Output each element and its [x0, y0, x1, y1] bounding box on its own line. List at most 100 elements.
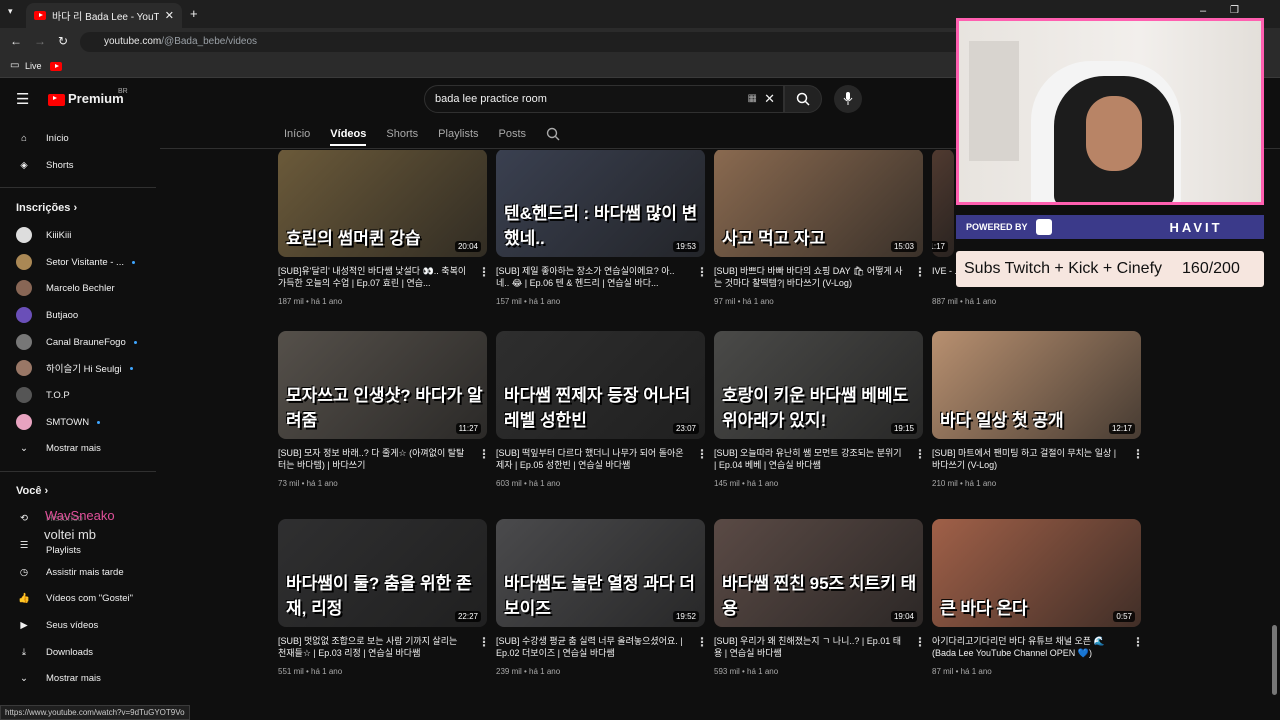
video-title[interactable]: [SUB] 제일 좋아하는 장소가 연습실이에요? 아.. 네.. 😂 | Ep… — [496, 265, 686, 289]
goal-count: 160/200 — [1182, 260, 1240, 277]
more-options-icon[interactable]: ⋮ — [696, 265, 708, 279]
video-thumbnail[interactable]: 바다쌤 찐친 95즈 치트키 태용 19:04 — [714, 519, 923, 627]
subscriptions-header[interactable]: Inscrições › — [16, 202, 77, 214]
tab-posts[interactable]: Posts — [499, 128, 527, 140]
sidebar-sub-item[interactable]: Marcelo Bechler — [0, 276, 156, 300]
menu-icon[interactable]: ☰ — [16, 90, 29, 108]
minimize-icon[interactable]: – — [1200, 5, 1206, 17]
more-options-icon[interactable]: ⋮ — [914, 447, 926, 461]
video-title[interactable]: [SUB] 수강생 평균 춤 실력 너무 올려놓으셨어요. | Ep.02 더보… — [496, 635, 686, 659]
video-thumbnail[interactable]: 큰 바다 온다 0:57 — [932, 519, 1141, 627]
sidebar-show-more[interactable]: ⌄ Mostrar mais — [0, 436, 156, 460]
more-options-icon[interactable]: ⋮ — [696, 447, 708, 461]
video-card[interactable]: 큰 바다 온다 0:57 아기다리고기다리던 바다 유튜브 채널 오픈 🌊 (Bad… — [932, 519, 1144, 676]
video-thumbnail[interactable]: 호랑이 키운 바다쌤 베베도 위아래가 있지! 19:15 — [714, 331, 923, 439]
video-title[interactable]: [SUB]유'달리' 내성적인 바다쌤 낯설다 👀.. 축복이 가득한 오늘의 … — [278, 265, 468, 289]
logo-premium[interactable]: Premium — [68, 91, 124, 106]
video-card[interactable]: 바다 일상 첫 공개 12:17 [SUB] 마트에서 팬미팅 하고 걸절이 무치는… — [932, 331, 1144, 488]
tab-videos[interactable]: Vídeos — [330, 128, 367, 146]
sidebar-sub-item[interactable]: Butjaoo — [0, 303, 156, 327]
more-options-icon[interactable]: ⋮ — [1132, 635, 1144, 649]
back-icon[interactable]: ← — [10, 34, 22, 48]
tab-home[interactable]: Início — [284, 128, 310, 140]
maximize-icon[interactable]: ❐ — [1230, 5, 1239, 16]
video-card[interactable]: 사고 먹고 자고 15:03 [SUB] 바쁘다 바빠 바다의 쇼핑 DAY 🛍 어… — [714, 150, 926, 306]
more-options-icon[interactable]: ⋮ — [914, 635, 926, 649]
sidebar-item-label: Início — [46, 132, 69, 144]
sub-label: T.O.P — [46, 389, 70, 401]
video-thumbnail[interactable]: 사고 먹고 자고 15:03 — [714, 150, 923, 257]
history-icon: ⟲ — [20, 512, 28, 524]
sidebar-sub-item[interactable]: 하이슬기 Hi Seulgi — [0, 356, 156, 380]
sidebar-item-watch-later[interactable]: ◷ Assistir mais tarde — [0, 560, 156, 584]
show-more-label: Mostrar mais — [46, 672, 101, 684]
sidebar-item-home[interactable]: ⌂ Início — [0, 126, 156, 150]
video-card[interactable]: 호랑이 키운 바다쌤 베베도 위아래가 있지! 19:15 [SUB] 오늘따라 유… — [714, 331, 926, 488]
voice-search-button[interactable] — [834, 85, 862, 113]
video-card[interactable]: 바다쌤이 둘? 춤을 위한 존재, 리정 22:27 [SUB] 멋없없 조합으로 … — [278, 519, 490, 676]
video-title[interactable]: [SUB] 모자 정보 바래..? 다 줄게☆ (아껴없이 탈탈 터는 바다템)… — [278, 447, 468, 471]
video-meta: 157 mil • há 1 ano — [496, 297, 561, 306]
more-options-icon[interactable]: ⋮ — [914, 265, 926, 279]
close-tab-icon[interactable]: ✕ — [165, 9, 174, 22]
scrollbar[interactable] — [1272, 625, 1277, 695]
more-options-icon[interactable]: ⋮ — [696, 635, 708, 649]
you-header[interactable]: Você › — [16, 485, 48, 497]
video-card[interactable]: 텐&헨드리 : 바다쌤 많이 변했네.. 19:53 [SUB] 제일 좋아하는 장… — [496, 150, 708, 306]
youtube-logo-icon[interactable] — [48, 94, 65, 106]
more-options-icon[interactable]: ⋮ — [478, 447, 490, 461]
video-title[interactable]: [SUB] 우리가 왜 친해졌는지 ㄱ 나니..? | Ep.01 태용 | 연… — [714, 635, 904, 659]
video-thumbnail[interactable]: 효린의 썸머퀸 강습 20:04 — [278, 150, 487, 257]
home-icon: ⌂ — [21, 132, 27, 144]
tab-playlists[interactable]: Playlists — [438, 128, 478, 140]
clear-search-icon[interactable]: ✕ — [764, 86, 775, 112]
more-options-icon[interactable]: ⋮ — [478, 635, 490, 649]
sidebar-item-shorts[interactable]: ◈ Shorts — [0, 153, 156, 177]
sidebar-item-liked[interactable]: 👍 Vídeos com "Gostei" — [0, 586, 156, 610]
keyboard-icon[interactable]: ▦ — [748, 86, 757, 112]
forward-icon[interactable]: → — [34, 34, 46, 48]
video-thumbnail[interactable]: 바다쌤도 놀란 열정 과다 더보이즈 19:52 — [496, 519, 705, 627]
sidebar-sub-item[interactable]: Canal BrauneFogo — [0, 330, 156, 354]
sidebar-item-your-videos[interactable]: ▶ Seus vídeos — [0, 613, 156, 637]
tab-list-icon[interactable]: ▾ — [8, 6, 13, 17]
video-card[interactable]: 효린의 썸머퀸 강습 20:04 [SUB]유'달리' 내성적인 바다쌤 낯설다 👀… — [278, 150, 490, 306]
video-title[interactable]: 아기다리고기다리던 바다 유튜브 채널 오픈 🌊 (Bada Lee YouTu… — [932, 635, 1122, 659]
video-title[interactable]: [SUB] 멋없없 조합으로 보는 사람 기까지 살리는 천재들☆ | Ep.0… — [278, 635, 468, 659]
video-title[interactable]: [SUB] 마트에서 팬미팅 하고 걸절이 무치는 일상 | 바다쓰기 (V-L… — [932, 447, 1122, 471]
video-title[interactable]: [SUB] 떡잎부터 다르다 했더니 나무가 되어 돌아온 제자 | Ep.05… — [496, 447, 686, 471]
sidebar-sub-item[interactable]: SMTOWN — [0, 410, 156, 434]
sidebar-sub-item[interactable]: Setor Visitante - ... — [0, 250, 156, 274]
video-card[interactable]: 모자쓰고 인생샷? 바다가 알려줌 11:27 [SUB] 모자 정보 바래..? … — [278, 331, 490, 488]
new-tab-icon[interactable]: + — [190, 6, 198, 21]
reload-icon[interactable]: ↻ — [58, 34, 68, 48]
video-thumbnail[interactable]: 1:17 — [932, 150, 954, 257]
sidebar-sub-item[interactable]: KiiiKiii — [0, 223, 156, 247]
video-thumbnail[interactable]: 바다쌤 찐제자 등장 어나더 레벨 성한빈 23:07 — [496, 331, 705, 439]
video-title[interactable]: [SUB] 바쁘다 바빠 바다의 쇼핑 DAY 🛍 어떻게 사는 것마다 찰떡템… — [714, 265, 904, 289]
sidebar-item-downloads[interactable]: ⤓ Downloads — [0, 640, 156, 664]
video-card[interactable]: 바다쌤도 놀란 열정 과다 더보이즈 19:52 [SUB] 수강생 평균 춤 실력… — [496, 519, 708, 676]
video-thumbnail[interactable]: 바다쌤이 둘? 춤을 위한 존재, 리정 22:27 — [278, 519, 487, 627]
more-options-icon[interactable]: ⋮ — [478, 265, 490, 279]
channel-search-icon[interactable] — [546, 127, 560, 141]
video-card[interactable]: 바다쌤 찐제자 등장 어나더 레벨 성한빈 23:07 [SUB] 떡잎부터 다르다… — [496, 331, 708, 488]
sidebar-show-more-you[interactable]: ⌄ Mostrar mais — [0, 666, 156, 690]
video-thumbnail[interactable]: 바다 일상 첫 공개 12:17 — [932, 331, 1141, 439]
video-thumbnail[interactable]: 모자쓰고 인생샷? 바다가 알려줌 11:27 — [278, 331, 487, 439]
sidebar-sub-item[interactable]: T.O.P — [0, 383, 156, 407]
video-duration: 19:53 — [672, 241, 699, 252]
video-duration: 1:17 — [932, 241, 948, 252]
browser-tab[interactable]: 바다 리 Bada Lee - YouTube ✕ — [26, 3, 182, 28]
tab-shorts[interactable]: Shorts — [386, 128, 418, 140]
video-title[interactable]: [SUB] 오늘따라 유난히 쌤 모먼트 강조되는 분위기 | Ep.04 베베… — [714, 447, 904, 471]
bookmark-live[interactable]: Live — [25, 61, 42, 71]
sidebar-item-label: Vídeos com "Gostei" — [46, 592, 134, 604]
search-button[interactable] — [784, 85, 822, 113]
more-options-icon[interactable]: ⋮ — [1132, 447, 1144, 461]
video-thumbnail[interactable]: 텐&헨드리 : 바다쌤 많이 변했네.. 19:53 — [496, 150, 705, 257]
search-input[interactable]: bada lee practice room ▦ ✕ — [424, 85, 784, 113]
video-card[interactable]: 바다쌤 찐친 95즈 치트키 태용 19:04 [SUB] 우리가 왜 친해졌는지 … — [714, 519, 926, 676]
sub-label: Marcelo Bechler — [46, 282, 115, 294]
bookmark-youtube-icon[interactable] — [50, 62, 62, 71]
